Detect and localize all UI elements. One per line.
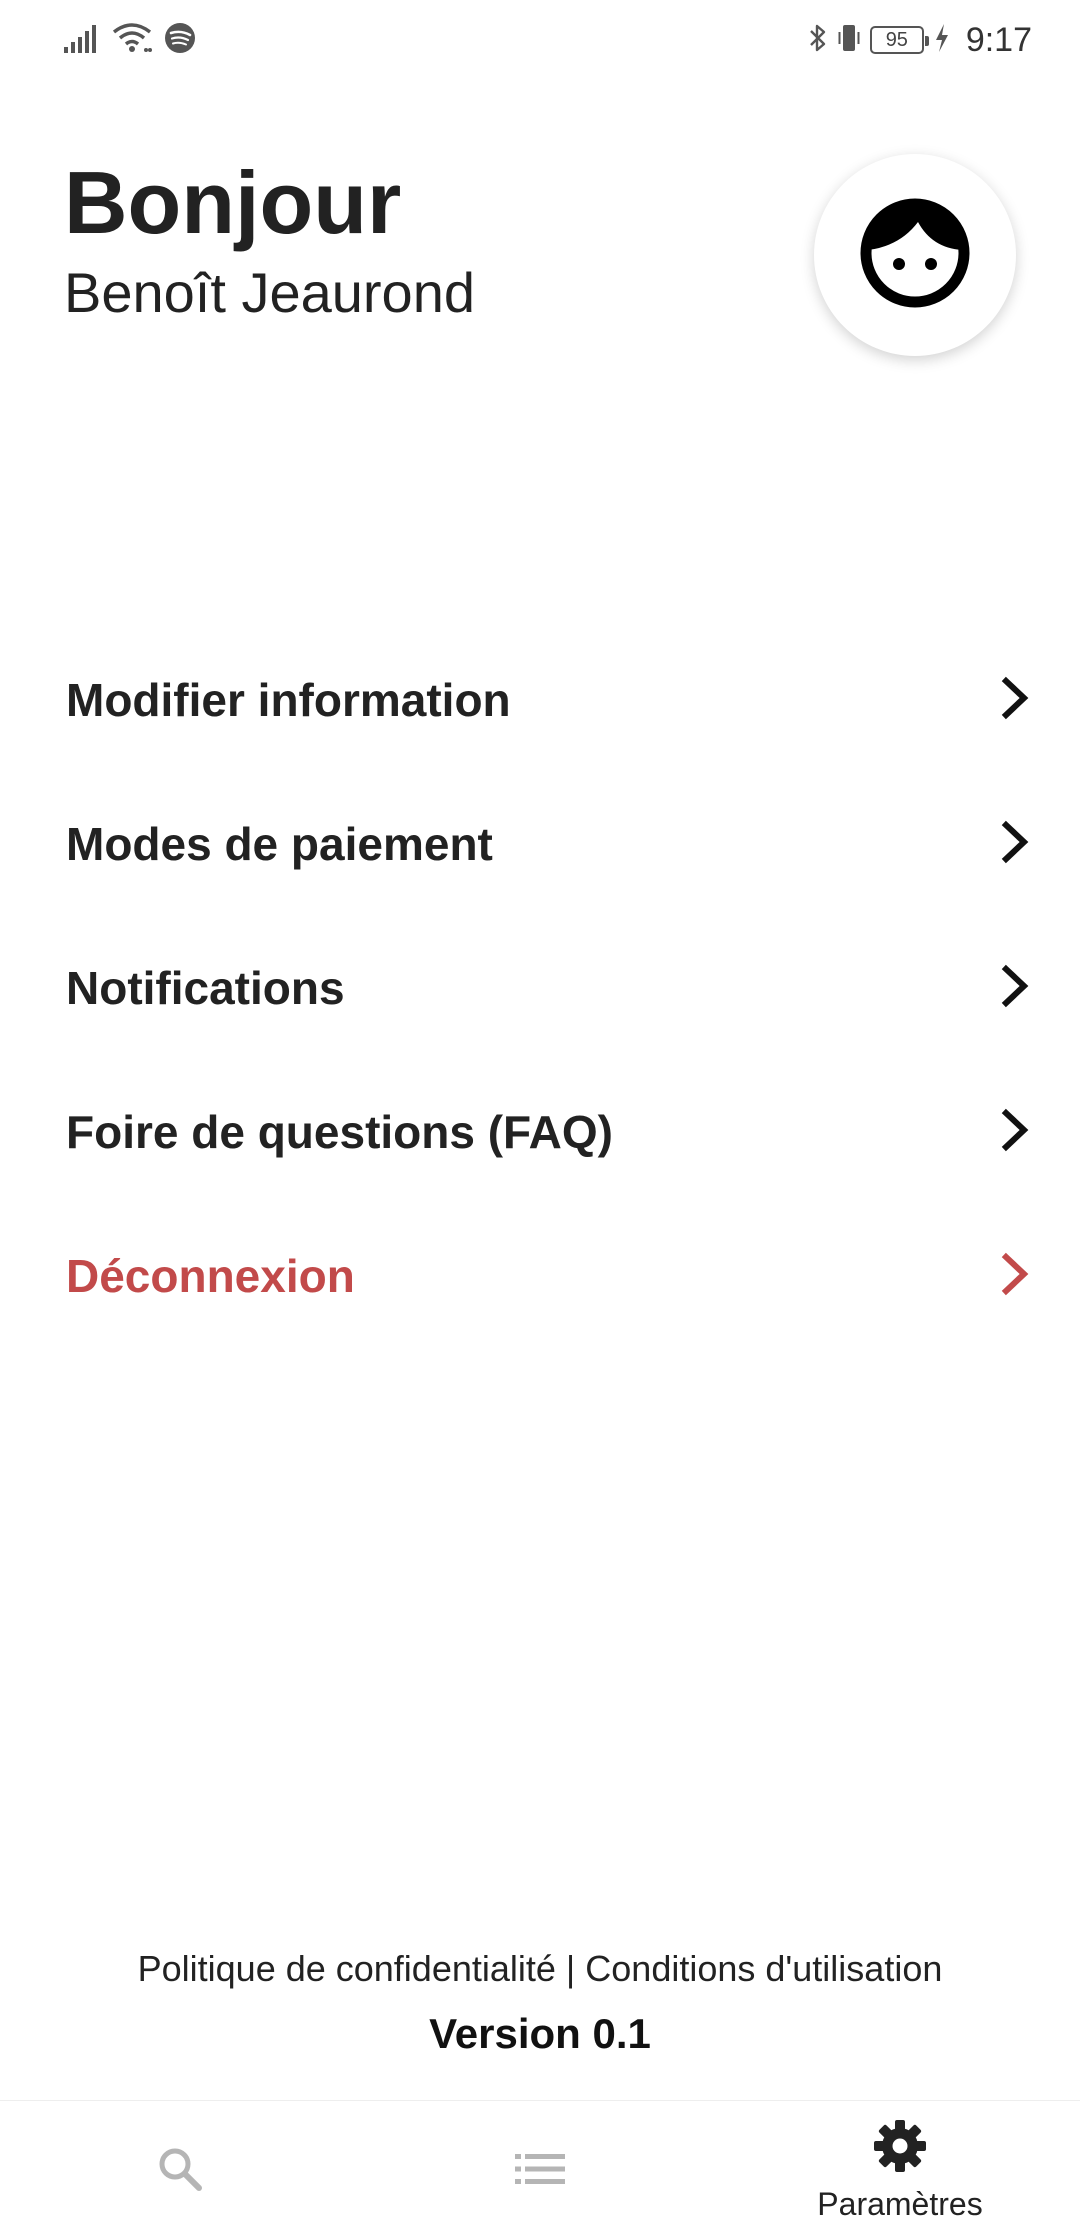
charging-icon — [934, 23, 950, 58]
settings-menu: Modifier information Modes de paiement N… — [0, 628, 1080, 1348]
chevron-right-icon — [996, 673, 1036, 728]
status-time: 9:17 — [965, 20, 1032, 59]
vibrate-icon — [838, 22, 860, 59]
menu-item-faq[interactable]: Foire de questions (FAQ) — [0, 1060, 1080, 1204]
menu-item-logout[interactable]: Déconnexion — [0, 1204, 1080, 1348]
nav-tab-label: Paramètres — [817, 2186, 983, 2222]
spotify-icon — [164, 22, 196, 59]
battery-level: 95 — [885, 28, 908, 51]
chevron-right-icon — [996, 961, 1036, 1016]
menu-item-notifications[interactable]: Notifications — [0, 916, 1080, 1060]
nav-tab-list[interactable] — [360, 2101, 720, 2240]
list-icon — [515, 2151, 565, 2192]
chevron-right-icon — [996, 1105, 1036, 1160]
battery-icon: 95 — [869, 26, 929, 54]
bottom-nav: Paramètres — [0, 2100, 1080, 2240]
avatar[interactable] — [814, 154, 1016, 356]
nav-tab-settings[interactable]: Paramètres — [720, 2101, 1080, 2240]
status-bar: 95 9:17 — [0, 0, 1080, 80]
face-icon — [860, 198, 970, 313]
status-right: 95 9:17 — [808, 20, 1032, 60]
menu-item-label: Notifications — [66, 962, 345, 1014]
privacy-policy-link[interactable]: Politique de confidentialité — [138, 1948, 556, 1989]
user-name: Benoît Jeaurond — [64, 261, 475, 324]
menu-item-label: Déconnexion — [66, 1250, 355, 1302]
menu-item-payment-methods[interactable]: Modes de paiement — [0, 772, 1080, 916]
menu-item-label: Modifier information — [66, 674, 511, 726]
app-version: Version 0.1 — [429, 2010, 651, 2057]
chevron-right-icon — [996, 1249, 1036, 1304]
terms-of-use-link[interactable]: Conditions d'utilisation — [585, 1948, 942, 1989]
menu-item-label: Foire de questions (FAQ) — [66, 1106, 613, 1158]
nav-tab-search[interactable] — [0, 2101, 360, 2240]
wifi-icon — [112, 22, 152, 59]
settings-screen: 95 9:17 Bonjour Benoît Jeaurond Modifier… — [0, 0, 1080, 2240]
search-icon — [156, 2145, 204, 2198]
signal-icon — [64, 23, 100, 58]
chevron-right-icon — [996, 817, 1036, 872]
legal-separator: | — [555, 1948, 586, 1989]
menu-item-label: Modes de paiement — [66, 818, 493, 870]
bluetooth-icon — [808, 22, 828, 59]
status-left — [64, 20, 196, 60]
gear-icon — [873, 2119, 927, 2178]
greeting-title: Bonjour — [64, 153, 402, 252]
menu-item-edit-info[interactable]: Modifier information — [0, 628, 1080, 772]
legal-links: Politique de confidentialité | Condition… — [0, 1948, 1080, 1990]
